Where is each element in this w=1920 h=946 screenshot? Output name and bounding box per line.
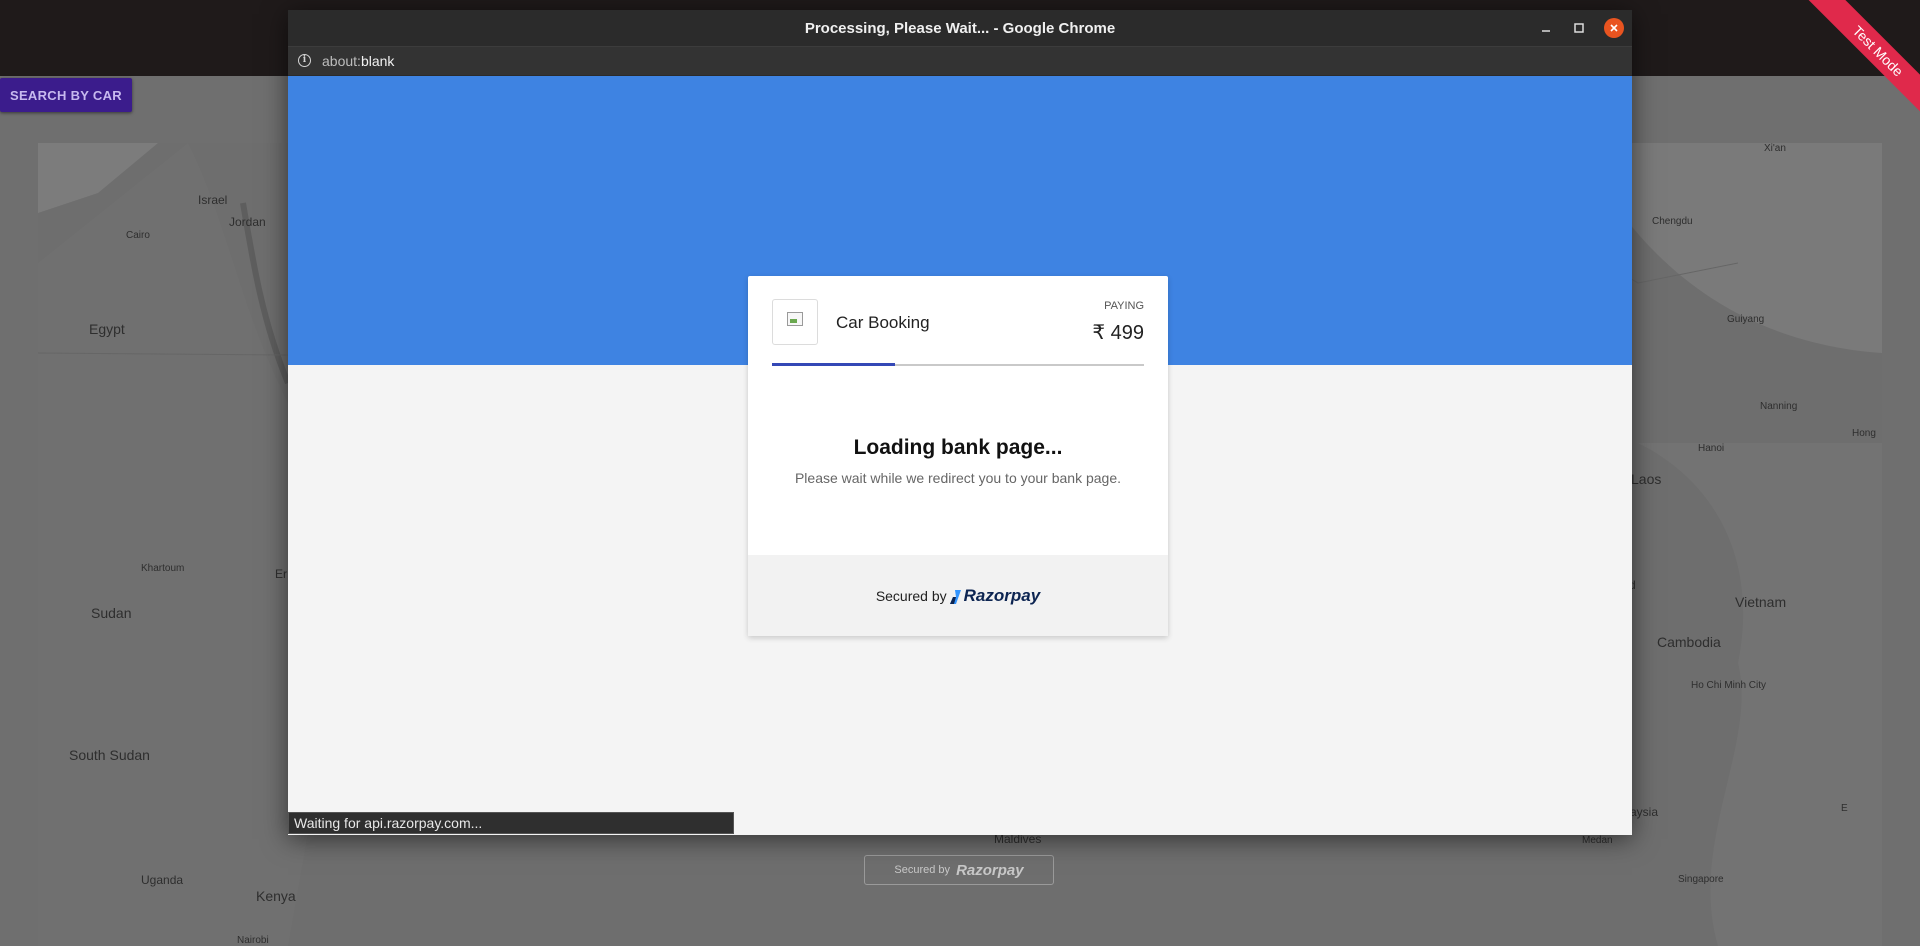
map-label-vietnam: Vietnam	[1735, 594, 1787, 610]
search-by-car-button[interactable]: SEARCH BY CAR	[0, 78, 132, 112]
map-label-hcmc: Ho Chi Minh City	[1691, 680, 1767, 691]
map-label-xian: Xi'an	[1764, 143, 1786, 154]
close-icon	[1610, 24, 1618, 32]
map-label-nanning: Nanning	[1760, 401, 1798, 412]
map-label-south-sudan: South Sudan	[69, 747, 150, 763]
minimize-button[interactable]	[1537, 19, 1555, 37]
loading-title: Loading bank page...	[853, 436, 1063, 459]
url-host: blank	[360, 53, 395, 69]
broken-image-icon	[787, 312, 803, 326]
map-label-egypt: Egypt	[89, 321, 125, 337]
maximize-button[interactable]	[1570, 19, 1588, 37]
merchant-logo	[772, 299, 818, 345]
paying-label: PAYING	[1104, 300, 1144, 312]
map-label-er: Er	[275, 567, 287, 581]
window-title: Processing, Please Wait... - Google Chro…	[804, 20, 1116, 37]
info-icon[interactable]: i	[298, 54, 311, 67]
test-mode-label: Test Mode	[1798, 0, 1920, 130]
map-label-laos: Laos	[1631, 471, 1662, 487]
map-label-uganda: Uganda	[141, 873, 184, 887]
map-label-singapore: Singapore	[1678, 874, 1724, 885]
razorpay-mark-icon	[949, 589, 961, 604]
minimize-icon	[1542, 30, 1550, 32]
url-scheme: about:	[322, 53, 361, 69]
map-label-e: E	[1841, 803, 1848, 814]
map-label-chengdu: Chengdu	[1652, 216, 1693, 227]
merchant-name: Car Booking	[836, 313, 930, 332]
status-bubble: Waiting for api.razorpay.com...	[288, 812, 734, 834]
progress-track	[772, 363, 1144, 366]
payment-amount: ₹ 499	[1092, 322, 1144, 344]
map-label-nairobi: Nairobi	[237, 935, 269, 946]
progress-fill	[772, 363, 895, 366]
razorpay-checkout-card: Car Booking PAYING ₹ 499 Loading bank pa…	[748, 276, 1168, 636]
test-mode-ribbon: Test Mode	[1790, 0, 1920, 130]
map-label-khartoum: Khartoum	[141, 563, 185, 574]
map-label-medan: Medan	[1582, 835, 1613, 846]
secured-by-footer: Secured by Razorpay	[748, 555, 1168, 636]
map-label-kenya: Kenya	[256, 888, 296, 904]
map-label-israel: Israel	[198, 193, 228, 207]
map-label-sudan: Sudan	[91, 605, 132, 621]
map-label-hanoi: Hanoi	[1698, 443, 1725, 454]
background-razorpay-logo: Razorpay	[956, 861, 1024, 879]
chrome-popup-window: Processing, Please Wait... - Google Chro…	[288, 10, 1632, 835]
map-label-guiyang: Guiyang	[1727, 314, 1765, 325]
url-text[interactable]: about:blank	[322, 53, 394, 69]
razorpay-logo: Razorpay	[963, 585, 1041, 605]
close-button[interactable]	[1604, 18, 1624, 38]
secured-by-label: Secured by	[875, 587, 947, 604]
map-label-aysia: aysia	[1630, 805, 1659, 819]
map-label-jordan: Jordan	[229, 215, 266, 229]
maximize-icon	[1574, 23, 1584, 33]
page-viewport: Car Booking PAYING ₹ 499 Loading bank pa…	[288, 76, 1632, 835]
background-secured-by-label: Secured by	[894, 864, 951, 876]
map-label-hong: Hong	[1852, 428, 1876, 439]
address-bar[interactable]: i about:blank	[288, 46, 1632, 75]
loading-subtitle: Please wait while we redirect you to you…	[794, 470, 1122, 486]
window-title-bar[interactable]: Processing, Please Wait... - Google Chro…	[288, 10, 1632, 46]
background-secured-by-razorpay: Secured by Razorpay	[864, 855, 1054, 885]
map-label-cambodia: Cambodia	[1657, 634, 1721, 650]
map-label-cairo: Cairo	[126, 230, 150, 241]
